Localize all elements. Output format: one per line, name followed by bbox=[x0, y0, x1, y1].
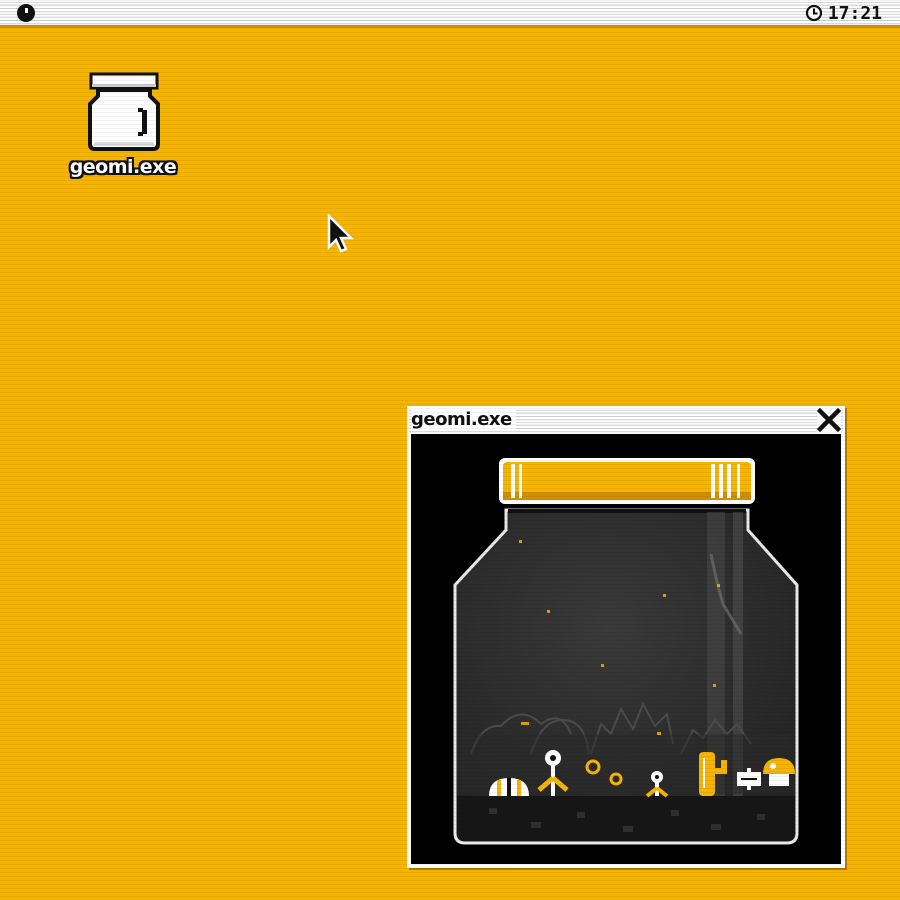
desktop-icon-label: geomi.exe bbox=[69, 156, 177, 178]
desktop-icon-geomi[interactable]: geomi.exe bbox=[58, 70, 188, 188]
menubar-clock: 17:21 bbox=[805, 2, 882, 24]
clock-time: 17:21 bbox=[827, 2, 882, 24]
jar-icon bbox=[88, 72, 160, 151]
close-icon bbox=[816, 407, 842, 433]
mouse-cursor bbox=[327, 214, 355, 253]
menu-bar: 17:21 bbox=[0, 0, 900, 28]
window-titlebar[interactable]: geomi.exe bbox=[409, 407, 843, 433]
terrarium-view[interactable] bbox=[411, 434, 841, 864]
system-menu-icon[interactable] bbox=[18, 5, 34, 21]
terrarium-scene bbox=[453, 458, 799, 845]
jar-lid bbox=[499, 458, 755, 504]
window-title: geomi.exe bbox=[411, 409, 516, 430]
close-button[interactable] bbox=[816, 407, 842, 433]
app-window-geomi[interactable]: geomi.exe bbox=[407, 406, 845, 868]
clock-icon bbox=[805, 4, 822, 22]
